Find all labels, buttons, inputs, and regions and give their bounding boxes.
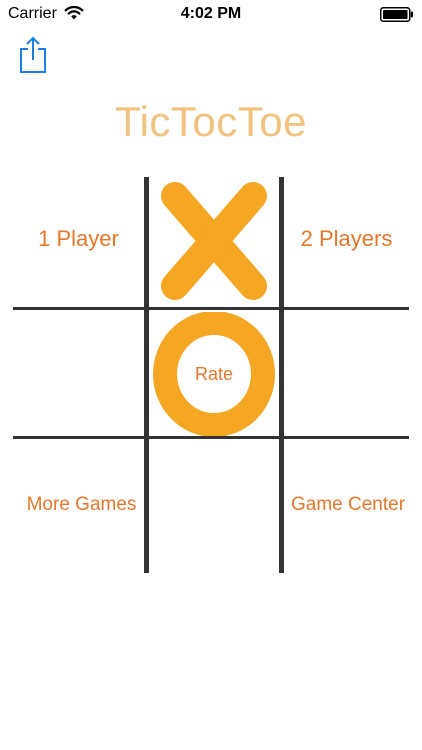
status-bar: Carrier 4:02 PM xyxy=(0,0,422,28)
one-player-button[interactable]: 1 Player xyxy=(13,226,144,252)
rate-button[interactable]: Rate xyxy=(149,364,279,385)
clock-time: 4:02 PM xyxy=(180,5,242,22)
battery-icon xyxy=(380,7,413,22)
game-center-button[interactable]: Game Center xyxy=(282,494,414,516)
grid-line-horizontal-bottom xyxy=(13,436,409,439)
more-games-button[interactable]: More Games xyxy=(13,494,150,516)
app-title: TicTocToe xyxy=(114,98,307,145)
x-mark-icon xyxy=(161,182,267,300)
share-icon[interactable] xyxy=(18,36,48,74)
two-players-button[interactable]: 2 Players xyxy=(284,226,409,252)
grid-line-horizontal-top xyxy=(13,307,409,310)
